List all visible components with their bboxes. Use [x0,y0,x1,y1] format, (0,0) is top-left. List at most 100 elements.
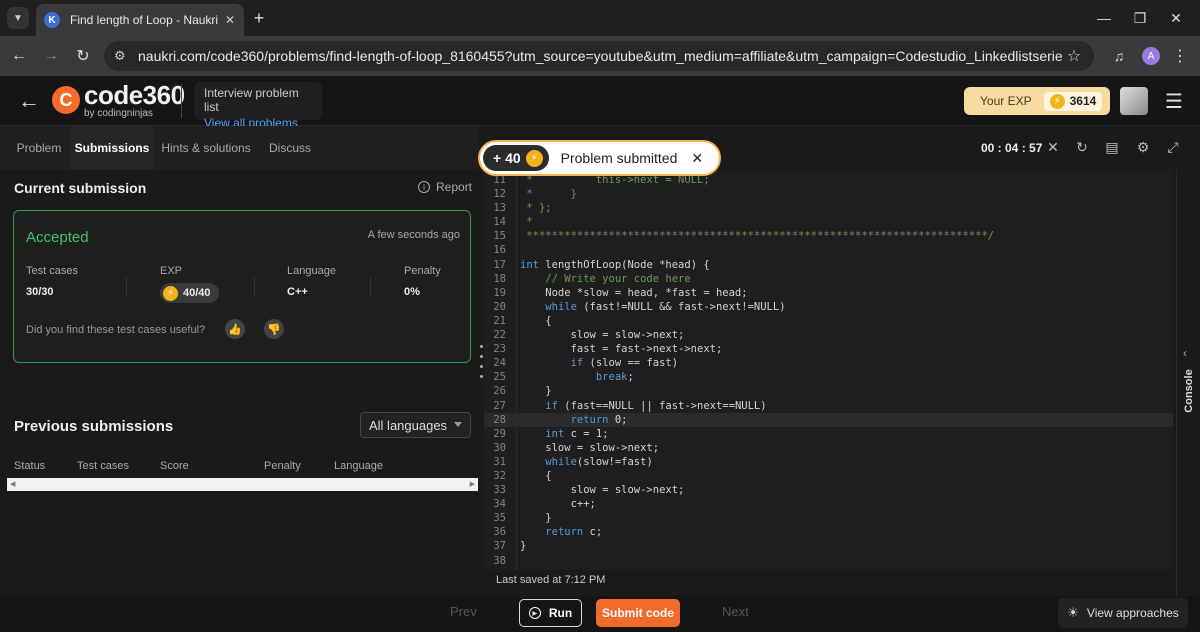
exp-chip: ⚡ 40/40 [160,283,219,303]
reset-icon[interactable]: ↻ [1073,138,1091,156]
code-line[interactable]: 18 // Write your code here [484,272,1173,286]
tab-list-icon[interactable]: ▼ [7,7,29,29]
browser-tab[interactable]: K Find length of Loop - Naukri Co ✕ [36,4,244,36]
info-icon: i [418,181,430,193]
toast-message: Problem submitted [560,150,678,166]
code-line[interactable]: 25 break; [484,370,1173,384]
code-line[interactable]: 14 * [484,215,1173,229]
code-editor[interactable]: 11 * this->next = NULL; 12 * } 13 * }; 14 *… [484,170,1173,570]
code-line[interactable]: 38 [484,554,1173,568]
media-icon[interactable]: ♫ [1108,45,1130,67]
language-filter-value: All languages [369,417,448,433]
test-cases-value: 30/30 [26,286,54,298]
thumb-up-icon[interactable]: 👍 [225,319,245,339]
splitter-dot [480,355,483,358]
code-line[interactable]: 28 return 0; [484,412,1173,427]
language-filter-select[interactable]: All languages [360,412,471,438]
line-number: 19 [493,286,506,299]
back-arrow-icon[interactable]: ← [16,88,42,114]
code-text: ****************************************… [520,230,995,243]
window-close-icon[interactable]: ✕ [1166,8,1186,28]
report-button[interactable]: i Report [418,180,472,194]
col-status: Status [14,460,46,472]
code-line[interactable]: 23 fast = fast->next->next; [484,342,1173,356]
line-number: 20 [493,300,506,313]
code-line[interactable]: 37} [484,539,1173,553]
console-rail[interactable]: ‹ Console [1176,170,1200,596]
code-line[interactable]: 21 { [484,314,1173,328]
code-line[interactable]: 34 c++; [484,497,1173,511]
bottom-bar: Prev ▶ Run Submit code Next ☀ View appro… [0,596,1200,632]
code-text: * }; [520,202,552,215]
chevron-down-icon [454,422,462,427]
settings-icon[interactable]: ⚙ [1134,138,1152,156]
reload-icon[interactable]: ↻ [72,45,94,67]
tab-discuss[interactable]: Discuss [260,126,320,170]
view-approaches-button[interactable]: ☀ View approaches [1058,598,1188,628]
tab-problem[interactable]: Problem [8,126,70,170]
code-line[interactable]: 13 * }; [484,201,1173,215]
code-line[interactable]: 22 slow = slow->next; [484,328,1173,342]
avatar[interactable] [1120,87,1148,115]
address-bar: ← → ↻ ⚙ naukri.com/code360/problems/find… [0,36,1200,76]
close-icon[interactable]: ✕ [691,150,703,167]
code-line[interactable]: 24 if (slow == fast) [484,356,1173,370]
scroll-right-icon[interactable]: ▶ [470,480,475,488]
code-line[interactable]: 17 int lengthOfLoop(Node *head) { [484,258,1173,272]
col-language: Language [334,460,383,472]
code-line[interactable]: 35 } [484,511,1173,525]
omnibox[interactable]: ⚙ naukri.com/code360/problems/find-lengt… [104,41,1094,71]
fullscreen-icon[interactable]: ⤢ [1164,138,1182,156]
code-line[interactable]: 26 } [484,384,1173,398]
exp-box[interactable]: Your EXP ⚡ 3614 [964,87,1110,115]
close-icon[interactable]: ✕ [222,13,238,27]
next-button[interactable]: Next [722,604,749,619]
code-line[interactable]: 27 if (fast==NULL || fast->next==NULL) [484,399,1173,413]
forward-arrow-icon[interactable]: → [40,45,62,67]
url-text[interactable]: naukri.com/code360/problems/find-length-… [138,48,1062,64]
logo[interactable]: C code360 by codingninjas [52,80,185,119]
code-line[interactable]: 31 while(slow!=fast) [484,455,1173,469]
last-saved-text: Last saved at 7:12 PM [496,574,606,586]
plus-icon[interactable]: + [248,7,270,29]
submit-button[interactable]: Submit code [596,599,680,627]
layout-icon[interactable]: ▤ [1103,138,1121,156]
line-number: 33 [493,484,506,497]
maximize-icon[interactable]: ❐ [1130,8,1150,28]
splitter-dot [480,345,483,348]
hamburger-icon[interactable]: ☰ [1162,88,1186,114]
prev-button[interactable]: Prev [450,604,477,619]
code-line[interactable]: 33 slow = slow->next; [484,483,1173,497]
code-text: // Write your code here [520,272,691,285]
code-line[interactable]: 15 *************************************… [484,229,1173,243]
tab-submissions[interactable]: Submissions [70,126,154,170]
code-line[interactable]: 32 { [484,469,1173,483]
code-line[interactable]: 19 Node *slow = head, *fast = head; [484,286,1173,300]
code-line[interactable]: 36 return c; [484,525,1173,539]
chevron-left-icon[interactable]: ‹ [1183,346,1187,360]
code-line[interactable]: 16 [484,243,1173,257]
line-number: 24 [493,357,506,370]
menu-dots-icon[interactable]: ⋮ [1172,45,1188,67]
code-line[interactable]: 12 * } [484,187,1173,201]
code-line[interactable]: 20 while (fast!=NULL && fast->next!=NULL… [484,300,1173,314]
tab-hints[interactable]: Hints & solutions [156,126,256,170]
timer-close-icon[interactable]: ✕ [1044,138,1062,156]
run-button[interactable]: ▶ Run [519,599,582,627]
horizontal-scrollbar[interactable]: ◀ ▶ [7,478,478,491]
exp-value-box: ⚡ 3614 [1043,91,1103,111]
thumb-down-icon[interactable]: 👎 [264,319,284,339]
code-text: { [520,469,552,482]
back-arrow-icon[interactable]: ← [8,45,30,67]
profile-avatar[interactable]: A [1142,47,1160,65]
code-line[interactable]: 29 int c = 1; [484,427,1173,441]
code-text: * [520,216,533,229]
scroll-left-icon[interactable]: ◀ [10,480,15,488]
star-icon[interactable]: ☆ [1062,46,1086,66]
submitted-toast: + 40 ⚡ Problem submitted ✕ [478,140,721,176]
console-label[interactable]: Console [1183,369,1195,413]
minimize-icon[interactable]: — [1094,8,1114,28]
view-approaches-label: View approaches [1086,606,1179,620]
code-line[interactable]: 30 slow = slow->next; [484,441,1173,455]
site-info-icon[interactable]: ⚙ [114,48,134,64]
